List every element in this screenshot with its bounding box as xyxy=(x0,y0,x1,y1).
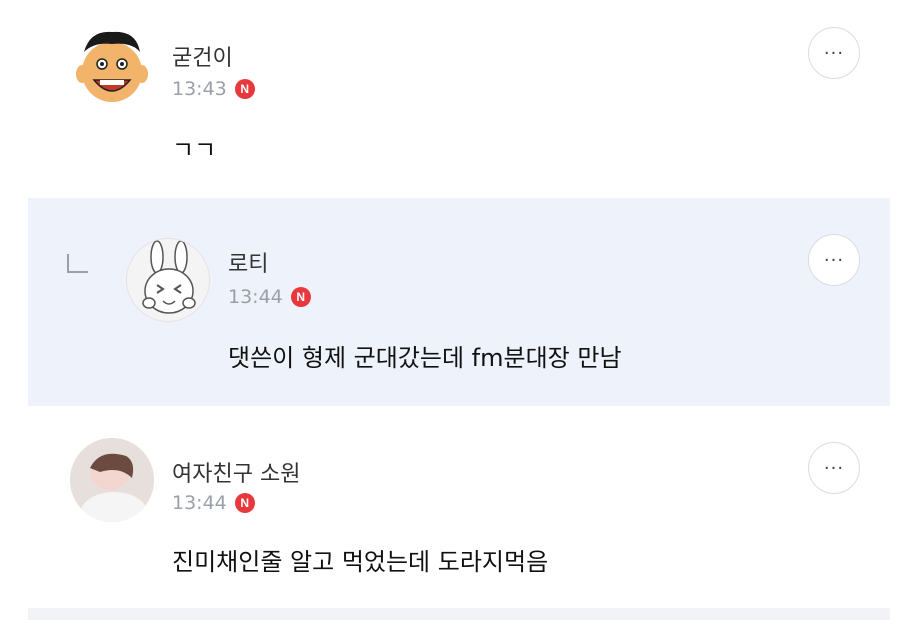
new-badge: N xyxy=(234,493,255,513)
comment-time: 13:44 xyxy=(172,492,227,514)
comment-meta: 13:44 N xyxy=(172,492,255,514)
more-icon: ··· xyxy=(823,457,845,479)
new-badge: N xyxy=(234,79,255,99)
bottom-separator xyxy=(28,608,890,620)
comment-item: 여자친구 소원 13:44 N 진미채인줄 알고 먹었는데 도라지먹음 ··· xyxy=(0,420,900,620)
comment-text: 진미채인줄 알고 먹었는데 도라지먹음 xyxy=(172,548,549,576)
more-options-button[interactable]: ··· xyxy=(808,27,860,79)
new-badge: N xyxy=(290,287,311,307)
comment-text: 댓쓴이 형제 군대갔는데 fm분대장 만남 xyxy=(228,344,622,372)
more-icon: ··· xyxy=(823,249,845,271)
cartoon-face-icon xyxy=(76,31,148,102)
profile-photo-icon xyxy=(70,438,154,522)
avatar[interactable] xyxy=(126,238,210,322)
comment-text: ㄱㄱ xyxy=(172,136,217,164)
comment-item: 굳건이 13:43 N ㄱㄱ ··· xyxy=(0,0,900,198)
comment-author[interactable]: 로티 xyxy=(228,246,268,278)
avatar[interactable] xyxy=(70,22,154,106)
more-icon: ··· xyxy=(823,42,845,64)
comment-author[interactable]: 굳건이 xyxy=(172,40,233,72)
bunny-character-icon xyxy=(142,240,196,314)
reply-comment-item: 로티 13:44 N 댓쓴이 형제 군대갔는데 fm분대장 만남 ··· xyxy=(28,198,890,406)
avatar[interactable] xyxy=(70,438,154,522)
comment-meta: 13:44 N xyxy=(228,286,311,308)
reply-arrow-icon xyxy=(67,254,88,273)
comment-meta: 13:43 N xyxy=(172,78,255,100)
comment-author[interactable]: 여자친구 소원 xyxy=(172,456,300,488)
more-options-button[interactable]: ··· xyxy=(808,442,860,494)
comment-time: 13:44 xyxy=(228,286,283,308)
comment-time: 13:43 xyxy=(172,78,227,100)
more-options-button[interactable]: ··· xyxy=(808,234,860,286)
